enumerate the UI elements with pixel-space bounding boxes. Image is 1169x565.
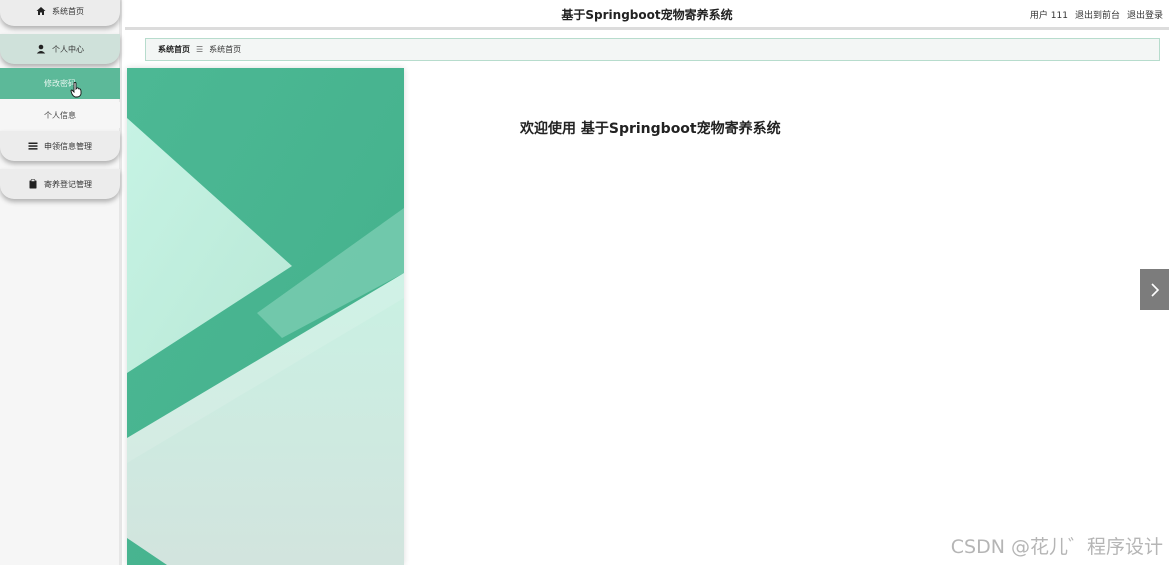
logout-link[interactable]: 退出登录 [1127,8,1163,21]
app-title: 基于Springboot宠物寄养系统 [561,8,733,22]
sidebar: 系统首页 个人中心 修改密码 个人信息 申领信息管理 寄养登记管理 [0,0,122,565]
user-label: 用户 111 [1029,11,1068,21]
sidebar-item-label: 系统首页 [52,6,84,16]
welcome-banner-image [127,68,404,565]
next-slide-button[interactable] [1140,269,1169,310]
csdn-watermark: CSDN @花儿゛程序设计 [950,536,1163,558]
list-icon [28,141,38,151]
sidebar-item-home[interactable]: 系统首页 [0,0,120,26]
submenu-item-personal-info[interactable]: 个人信息 [0,102,120,128]
home-icon [36,6,46,16]
top-header: 基于Springboot宠物寄养系统 用户 111 退出到前台 退出登录 [125,0,1169,30]
sidebar-item-personal-center[interactable]: 个人中心 [0,34,120,64]
sidebar-item-label: 寄养登记管理 [44,179,92,189]
breadcrumb-home-link[interactable]: 系统首页 [158,44,190,55]
sidebar-item-boarding-registration[interactable]: 寄养登记管理 [0,169,120,199]
back-to-frontend-link[interactable]: 退出到前台 [1075,8,1120,21]
breadcrumb-separator-icon: ☰ [196,45,204,54]
chevron-right-icon [1150,282,1159,297]
clipboard-icon [28,179,38,189]
welcome-message: 欢迎使用 基于Springboot宠物寄养系统 [520,121,781,137]
sidebar-item-application-management[interactable]: 申领信息管理 [0,131,120,161]
user-icon [36,44,46,54]
submenu-item-change-password[interactable]: 修改密码 [0,68,120,99]
sidebar-item-label: 申领信息管理 [44,141,92,151]
hand-cursor-icon [70,82,82,98]
submenu-item-label: 个人信息 [44,110,76,120]
sidebar-item-label: 个人中心 [52,44,84,54]
user-area: 用户 111 退出到前台 退出登录 [1030,8,1163,21]
breadcrumb: 系统首页 ☰ 系统首页 [145,38,1160,61]
breadcrumb-current: 系统首页 [209,45,242,54]
